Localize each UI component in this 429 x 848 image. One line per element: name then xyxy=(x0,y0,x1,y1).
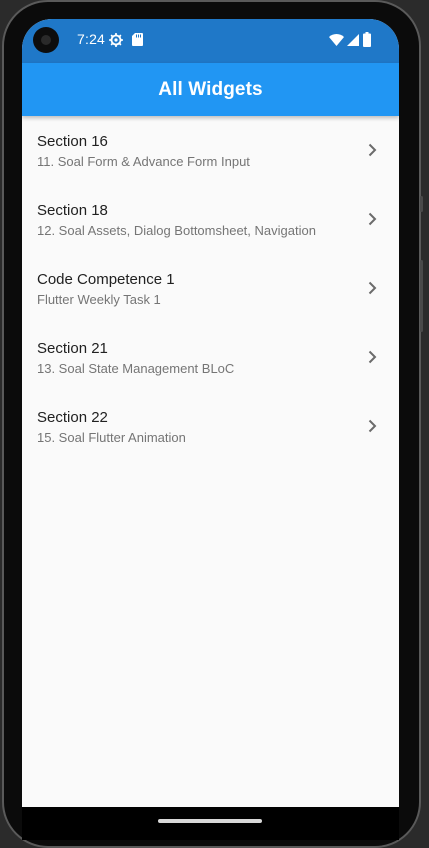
list-item-subtitle: Flutter Weekly Task 1 xyxy=(37,292,161,307)
list-item-subtitle: 15. Soal Flutter Animation xyxy=(37,430,186,445)
list-item[interactable]: Section 16 11. Soal Form & Advance Form … xyxy=(22,116,399,185)
power-button xyxy=(420,196,423,212)
system-nav-bar xyxy=(22,807,399,840)
list-item-title: Section 16 xyxy=(37,133,108,150)
front-camera xyxy=(33,27,59,53)
screen: 7:24 All Widgets Section 16 11. Soal For… xyxy=(22,19,399,839)
list-item-subtitle: 11. Soal Form & Advance Form Input xyxy=(37,154,250,169)
home-indicator[interactable] xyxy=(158,819,262,823)
device-frame: 7:24 All Widgets Section 16 11. Soal For… xyxy=(0,0,429,848)
volume-button xyxy=(420,260,423,332)
list-item[interactable]: Section 21 13. Soal State Management BLo… xyxy=(22,323,399,392)
signal-icon xyxy=(347,34,359,46)
gear-icon xyxy=(109,33,123,47)
widget-list: Section 16 11. Soal Form & Advance Form … xyxy=(22,116,399,461)
chevron-right-icon xyxy=(368,419,377,433)
list-item[interactable]: Code Competence 1 Flutter Weekly Task 1 xyxy=(22,254,399,323)
page-title: All Widgets xyxy=(158,78,263,100)
list-item-title: Section 22 xyxy=(37,409,108,426)
list-item-subtitle: 13. Soal State Management BLoC xyxy=(37,361,235,376)
list-item[interactable]: Section 18 12. Soal Assets, Dialog Botto… xyxy=(22,185,399,254)
status-bar: 7:24 xyxy=(22,19,399,63)
chevron-right-icon xyxy=(368,143,377,157)
wifi-icon xyxy=(329,34,344,46)
chevron-right-icon xyxy=(368,281,377,295)
chevron-right-icon xyxy=(368,350,377,364)
battery-icon xyxy=(363,32,371,47)
list-item-title: Section 18 xyxy=(37,202,108,219)
list-item-title: Section 21 xyxy=(37,340,108,357)
sd-card-icon xyxy=(132,33,143,46)
status-time: 7:24 xyxy=(77,31,106,47)
chevron-right-icon xyxy=(368,212,377,226)
list-item[interactable]: Section 22 15. Soal Flutter Animation xyxy=(22,392,399,461)
list-item-subtitle: 12. Soal Assets, Dialog Bottomsheet, Nav… xyxy=(37,223,316,238)
app-bar: All Widgets xyxy=(22,63,399,116)
list-item-title: Code Competence 1 xyxy=(37,271,175,288)
